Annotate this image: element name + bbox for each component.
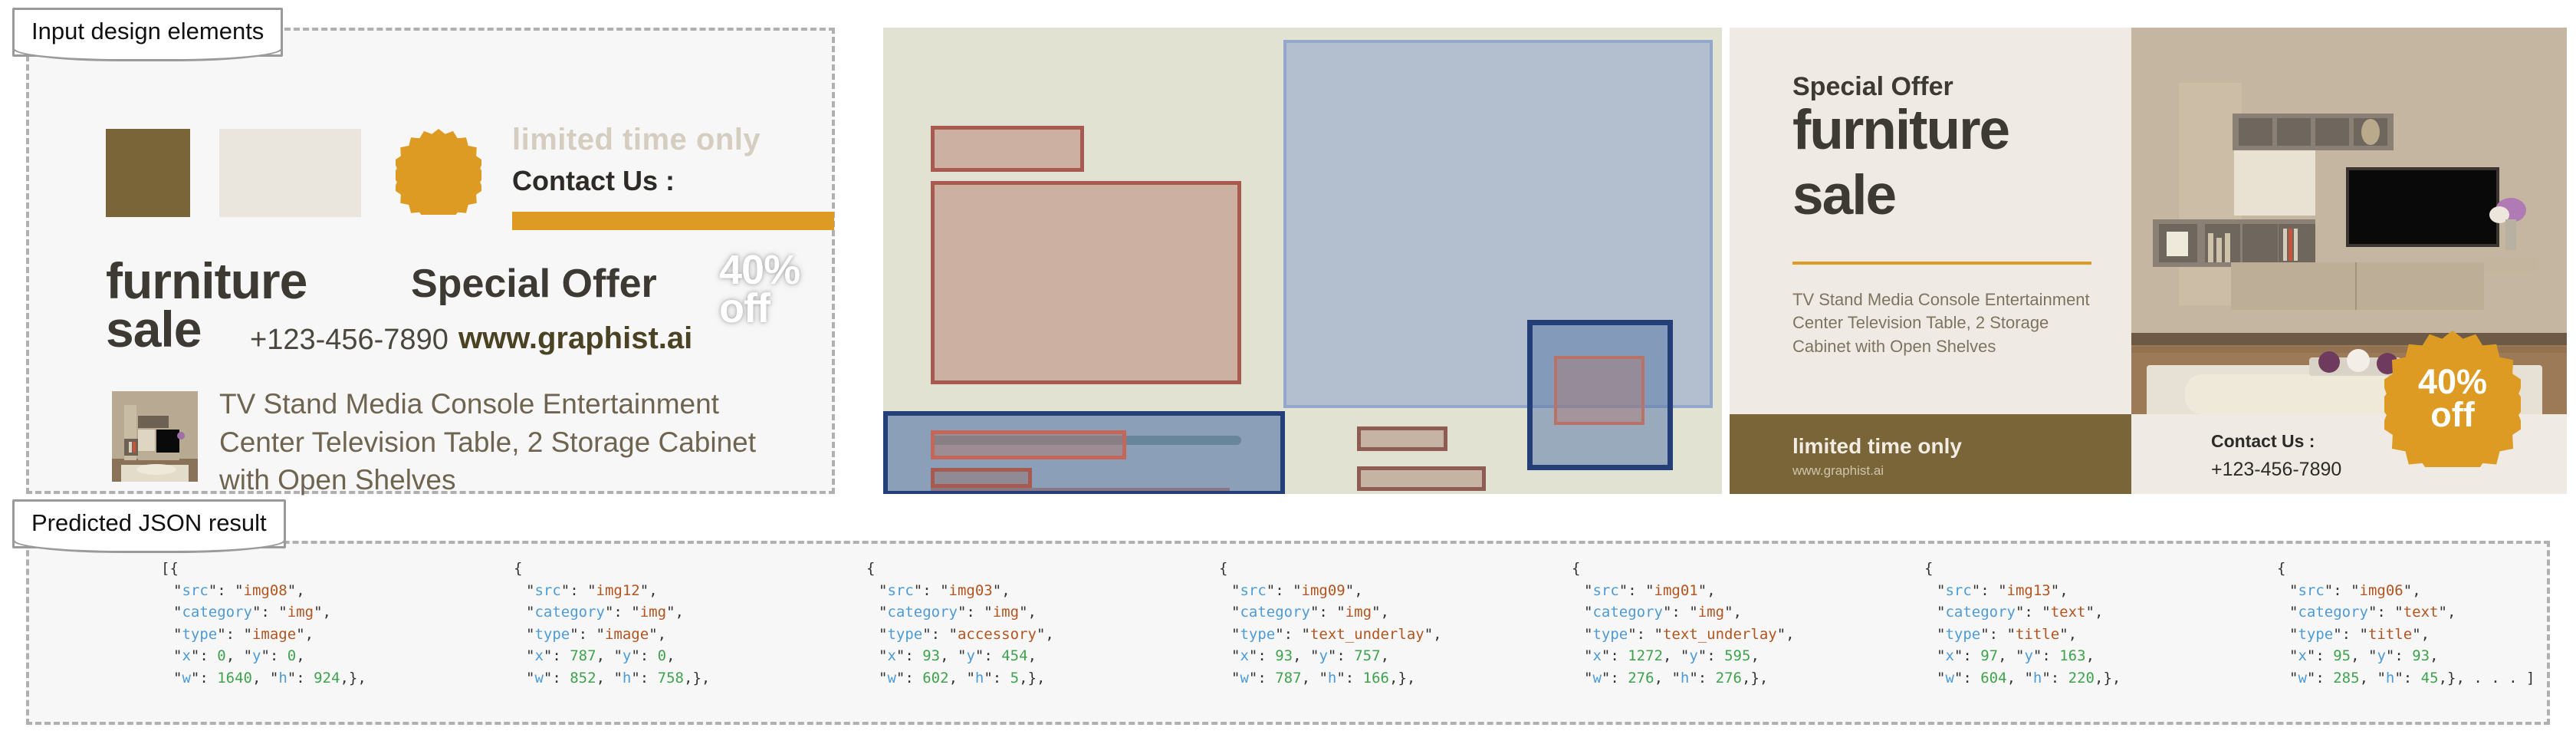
json-open-brace: { — [514, 560, 523, 577]
layout-box-title-bottom-left-2 — [931, 468, 1032, 488]
json-line: "type": "image", — [173, 625, 314, 643]
poster-divider-rule — [1792, 262, 2091, 265]
json-line: "category": "text", — [2289, 604, 2456, 621]
json-line: "src": "img03", — [879, 581, 1010, 599]
json-line: "x": 93, "y": 454, — [879, 647, 1037, 664]
json-line: "w": 787, "h": 166,}, — [1231, 669, 1416, 687]
json-line: "type": "accessory", — [879, 625, 1054, 643]
json-open-brace: { — [1219, 560, 1228, 577]
json-line: "src": "img08", — [173, 581, 305, 599]
json-line: "x": 1272, "y": 595, — [1584, 647, 1760, 664]
json-line: "category": "img", — [173, 604, 331, 621]
json-line: "type": "text_underlay", — [1584, 625, 1795, 643]
input-panel-label: Input design elements — [12, 8, 284, 61]
json-line: "x": 93, "y": 757, — [1231, 647, 1390, 664]
figure-root: limited time only Contact Us : furniture… — [0, 0, 2576, 754]
discount-off: off — [719, 285, 770, 331]
json-line: "type": "title", — [1937, 625, 2078, 643]
poster-limited-time: limited time only — [1792, 434, 1962, 458]
product-thumbnail — [112, 391, 198, 482]
json-line: "category": "img", — [1231, 604, 1389, 621]
poster-photo-area: Contact Us : +123-456-7890 40% off — [2131, 28, 2567, 494]
json-entry-block: {"src": "img13", "category": "text", "type… — [1877, 558, 2229, 689]
json-entry-block: [{ "src": "img08", "category": "img", "type… — [113, 558, 466, 689]
json-line: "type": "image", — [526, 625, 667, 643]
layout-box-title-bottom-mid-1 — [1357, 426, 1447, 451]
poster-badge-off: off — [2430, 395, 2475, 434]
predicted-json-panel: [{ "src": "img08", "category": "img", "type… — [12, 499, 2550, 725]
json-open-brace: { — [866, 560, 876, 577]
poster-special-offer: Special Offer — [1792, 72, 1953, 101]
json-line: "w": 285, "h": 45,}, . . . ] — [2289, 669, 2535, 687]
gold-bar-element — [512, 212, 834, 230]
poster-footer-band: limited time only www.graphist.ai — [1730, 414, 2131, 494]
layout-box-text-underlay-top — [931, 126, 1084, 172]
json-line: "x": 95, "y": 93, — [2289, 647, 2439, 664]
special-offer-text: Special Offer — [411, 262, 657, 306]
json-line: "x": 787, "y": 0, — [526, 647, 675, 664]
json-line: "category": "img", — [879, 604, 1037, 621]
input-design-elements-panel: limited time only Contact Us : furniture… — [12, 8, 835, 496]
discount-text-block: 40% off — [719, 247, 826, 331]
limited-time-text: limited time only — [512, 123, 761, 156]
json-line: "type": "title", — [2289, 625, 2430, 643]
json-line: "src": "img13", — [1937, 581, 2068, 599]
furniture-word: furniture — [106, 252, 307, 309]
sale-word: sale — [106, 301, 202, 357]
json-line: "type": "text_underlay", — [1231, 625, 1442, 643]
json-panel-label: Predicted JSON result — [12, 499, 286, 553]
product-description-text: TV Stand Media Console Entertainment Cen… — [219, 388, 757, 496]
json-line: "src": "img06", — [2289, 581, 2421, 599]
json-entry-block: {"src": "img06", "category": "text", "type… — [2229, 558, 2576, 689]
json-open-brace: { — [1924, 560, 1934, 577]
poster-text-area: Special Offer furniture sale TV Stand Me… — [1730, 28, 2131, 494]
json-entry-block: {"src": "img09", "category": "img", "type"… — [1171, 558, 1524, 689]
poster-furniture: furniture — [1792, 99, 2010, 161]
website-text: www.graphist.ai — [458, 321, 693, 355]
json-entry-block: {"src": "img03", "category": "img", "type"… — [819, 558, 1171, 689]
json-open-brace: { — [1572, 560, 1581, 577]
json-line: "src": "img12", — [526, 581, 658, 599]
json-line: "w": 276, "h": 276,}, — [1584, 669, 1769, 687]
rendered-poster-panel: Contact Us : +123-456-7890 40% off Speci… — [1730, 28, 2567, 494]
layout-box-badge-inner — [1554, 356, 1644, 425]
poster-contact-phone: +123-456-7890 — [2211, 459, 2342, 480]
json-line: "w": 604, "h": 220,}, — [1937, 669, 2121, 687]
poster-badge-percent: 40% — [2417, 362, 2488, 402]
discount-percent: 40% — [719, 247, 800, 293]
poster-website: www.graphist.ai — [1792, 463, 1884, 478]
layout-preview-panel — [883, 28, 1722, 494]
json-line: "src": "img09", — [1231, 581, 1363, 599]
poster-description: TV Stand Media Console Entertainment Cen… — [1792, 290, 2090, 356]
poster-contact-label: Contact Us : — [2211, 431, 2315, 451]
starburst-badge-icon — [396, 129, 481, 215]
json-line: "x": 97, "y": 163, — [1937, 647, 2095, 664]
json-line: "category": "img", — [526, 604, 684, 621]
json-open-brace: { — [2277, 560, 2286, 577]
json-line: "w": 1640, "h": 924,}, — [173, 669, 366, 687]
phone-text: +123-456-7890 — [250, 324, 449, 356]
json-line: "w": 602, "h": 5,}, — [879, 669, 1046, 687]
json-line: "src": "img01", — [1584, 581, 1716, 599]
color-swatch-cream — [219, 129, 361, 217]
layout-box-image-main — [931, 181, 1241, 384]
json-line: "category": "img", — [1584, 604, 1742, 621]
json-entry-block: {"src": "img01", "category": "img", "type"… — [1524, 558, 1877, 689]
contact-us-text: Contact Us : — [512, 165, 675, 196]
color-swatch-brown — [106, 129, 190, 217]
room-photo-thumb-icon — [112, 391, 198, 482]
layout-box-title-bottom-left-1 — [931, 430, 1126, 459]
json-line: "x": 0, "y": 0, — [173, 647, 305, 664]
json-entry-block: {"src": "img12", "category": "img", "type"… — [466, 558, 819, 689]
json-line: "w": 852, "h": 758,}, — [526, 669, 711, 687]
json-line: "category": "text", — [1937, 604, 2104, 621]
json-open-brace: [{ — [161, 560, 179, 577]
poster-sale: sale — [1792, 164, 1897, 226]
json-columns: [{ "src": "img08", "category": "img", "type… — [29, 544, 2547, 722]
layout-box-title-bottom-mid-2 — [1357, 466, 1486, 491]
